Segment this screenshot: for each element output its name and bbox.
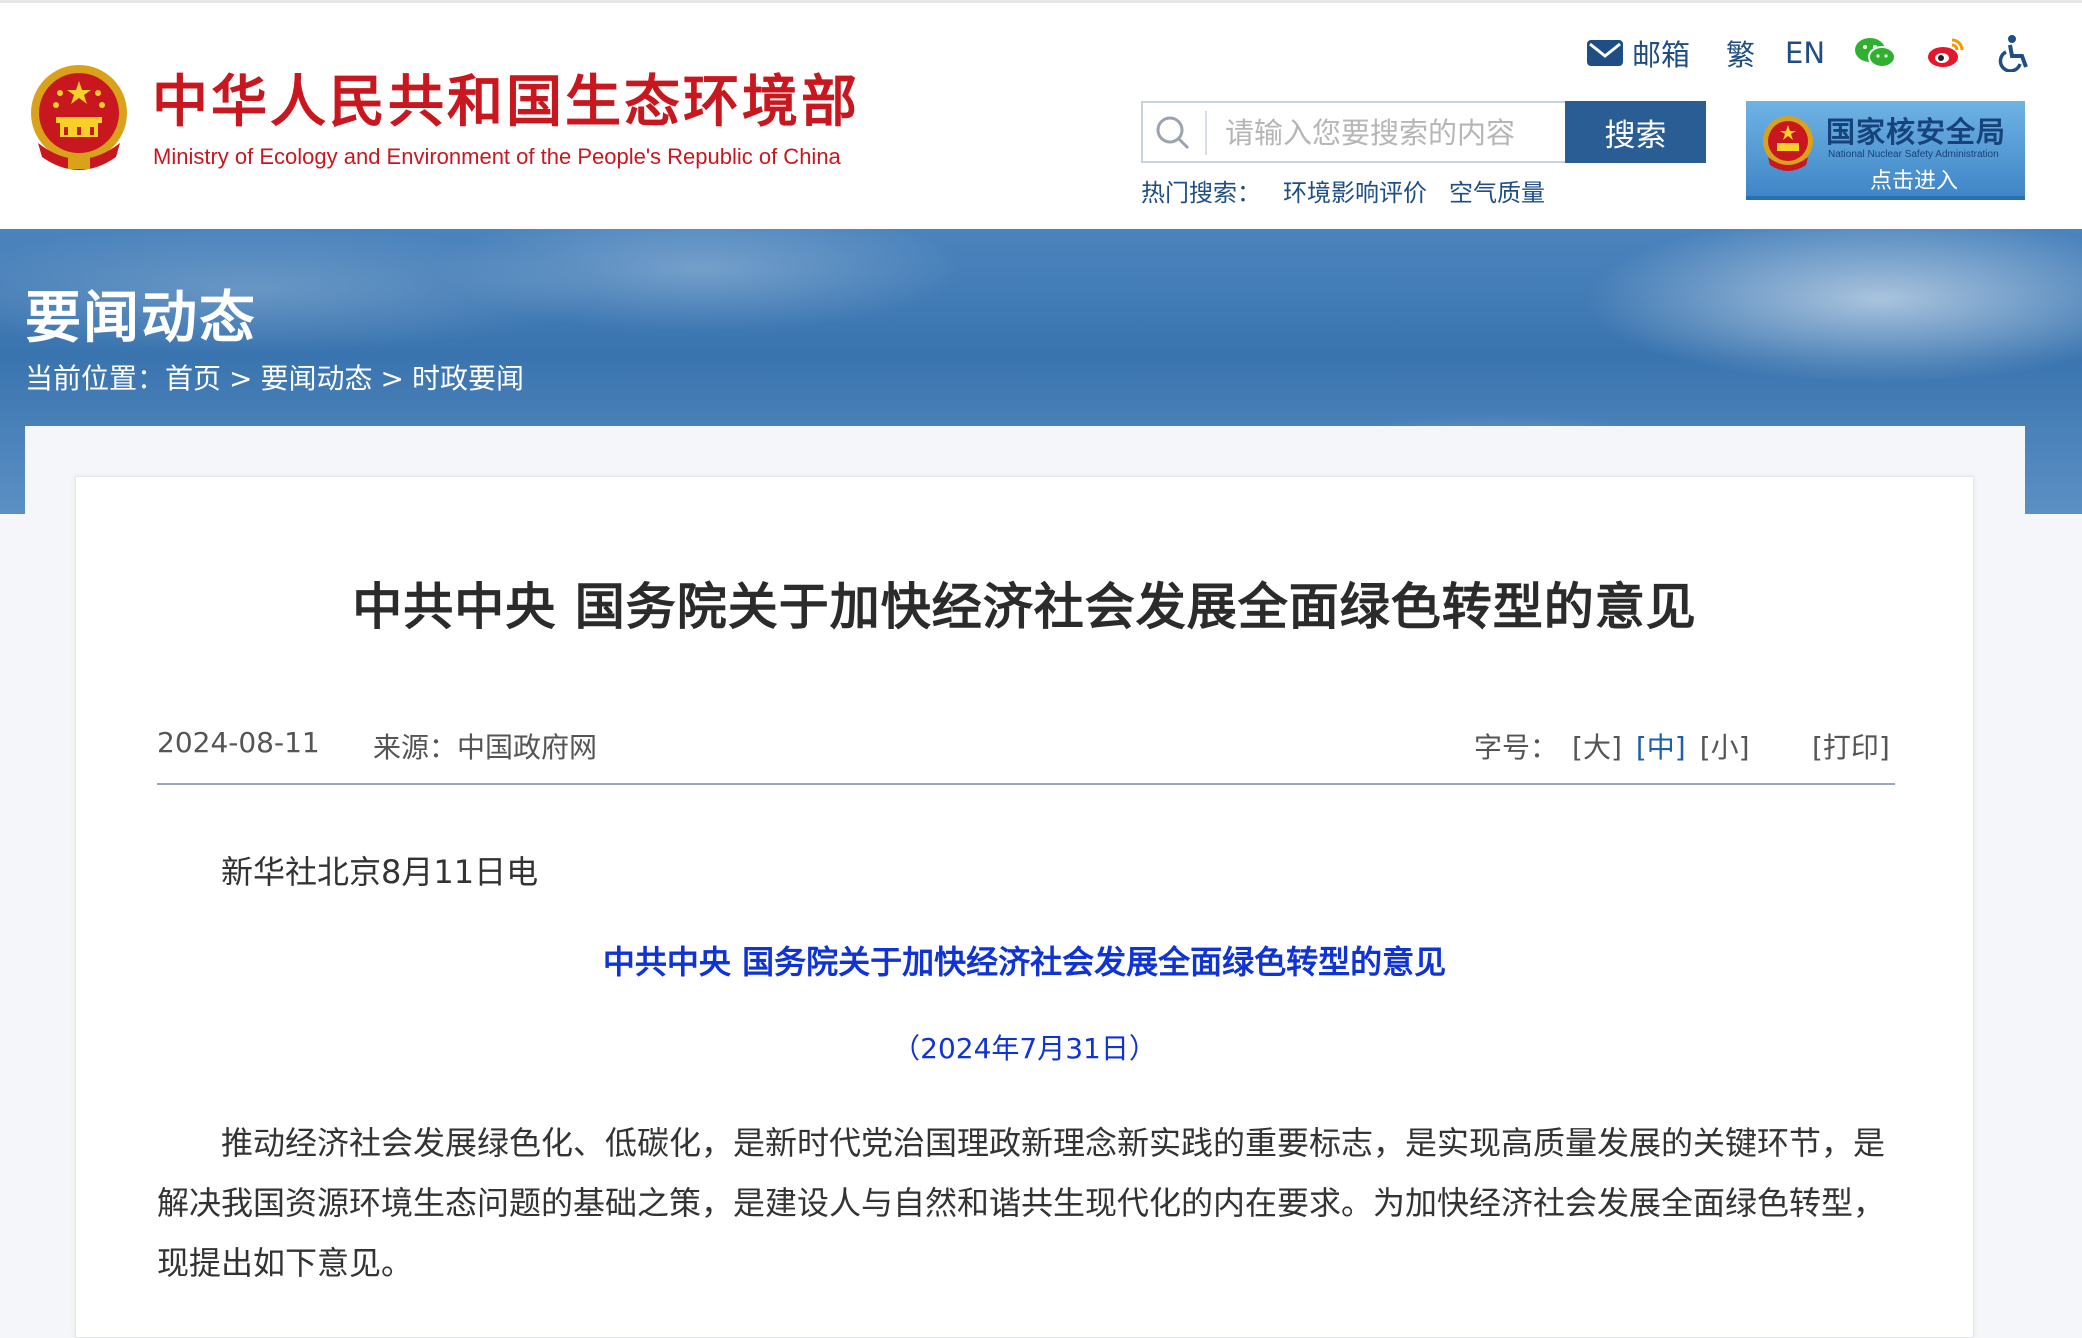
mail-link-label: 邮箱 — [1632, 38, 1691, 72]
breadcrumb-current[interactable]: 时政要闻 — [412, 362, 524, 395]
nnsa-banner-link[interactable]: 国家核安全局 National Nuclear Safety Administr… — [1746, 101, 2025, 200]
article-title: 中共中央 国务院关于加快经济社会发展全面绿色转型的意见 — [352, 578, 1697, 636]
font-size-controls: 字号： [大] [中] [小] — [1474, 726, 1750, 766]
article-paragraph: 推动经济社会发展绿色化、低碳化，是新时代党治国理政新理念新实践的重要标志，是实现… — [157, 1124, 1886, 1282]
wechat-icon — [1855, 38, 1896, 68]
breadcrumb-prefix: 当前位置： — [25, 362, 166, 395]
weibo-icon — [1928, 38, 1964, 67]
font-size-small-button[interactable]: [小] — [1700, 731, 1750, 764]
font-size-large-button[interactable]: [大] — [1572, 731, 1622, 764]
search-button[interactable]: 搜索 — [1565, 101, 1706, 163]
nnsa-emblem-icon — [1763, 116, 1813, 171]
font-size-label: 字号： — [1474, 731, 1559, 764]
meta-divider — [157, 783, 1895, 785]
nnsa-enter-label: 点击进入 — [1870, 169, 1959, 194]
traditional-chinese-label: 繁 — [1726, 38, 1756, 72]
breadcrumb-separator: > — [380, 362, 404, 395]
article-card: 中共中央 国务院关于加快经济社会发展全面绿色转型的意见 2024-08-11 来… — [75, 476, 1974, 1338]
mail-icon — [1587, 40, 1623, 66]
document-date: （2024年7月31日） — [892, 1032, 1157, 1065]
hot-search-label: 热门搜索： — [1141, 179, 1261, 207]
article-dateline: 新华社北京8月11日电 — [221, 853, 539, 891]
search-separator — [1205, 111, 1207, 155]
wechat-link[interactable] — [1854, 31, 1896, 75]
section-title: 要闻动态 — [25, 286, 257, 351]
site-title: 中华人民共和国生态环境部 — [152, 70, 860, 135]
breadcrumb-home[interactable]: 首页 — [165, 362, 221, 395]
breadcrumb-separator: > — [229, 362, 253, 395]
article-meta: 2024-08-11 来源：中国政府网 字号： [大] [中] [小] [打印] — [157, 726, 1895, 770]
document-title: 中共中央 国务院关于加快经济社会发展全面绿色转型的意见 — [602, 943, 1447, 981]
article-date: 2024-08-11 — [157, 726, 320, 759]
search-input[interactable] — [1223, 109, 1557, 157]
nnsa-title: 国家核安全局 — [1826, 115, 2007, 149]
hot-search: 热门搜索： 环境影响评价 空气质量 — [1141, 173, 1567, 208]
site-header: 中华人民共和国生态环境部 Ministry of Ecology and Env… — [0, 3, 2082, 229]
search-icon — [1156, 116, 1190, 150]
nnsa-subtitle: National Nuclear Safety Administration — [1828, 149, 1999, 160]
traditional-chinese-link[interactable]: 繁 — [1726, 31, 1755, 75]
hot-search-term[interactable]: 环境影响评价 — [1283, 179, 1427, 207]
mail-link[interactable]: 邮箱 — [1586, 31, 1690, 75]
search-bar: 搜索 — [1141, 101, 1706, 163]
accessibility-icon — [1998, 35, 2028, 72]
breadcrumb-news[interactable]: 要闻动态 — [261, 362, 373, 395]
site-subtitle: Ministry of Ecology and Environment of t… — [153, 144, 841, 169]
print-button[interactable]: [打印] — [1812, 726, 1890, 766]
national-emblem-icon — [31, 65, 127, 170]
search-box — [1141, 101, 1567, 163]
article-source: 来源：中国政府网 — [373, 731, 598, 764]
font-size-medium-button[interactable]: [中] — [1636, 731, 1686, 764]
english-link[interactable]: EN — [1785, 31, 1825, 75]
accessibility-link[interactable] — [1996, 31, 2030, 75]
english-label: EN — [1785, 36, 1826, 70]
weibo-link[interactable] — [1926, 31, 1966, 75]
breadcrumb: 当前位置：首页 > 要闻动态 > 时政要闻 — [25, 357, 524, 397]
hot-search-term[interactable]: 空气质量 — [1449, 179, 1545, 207]
